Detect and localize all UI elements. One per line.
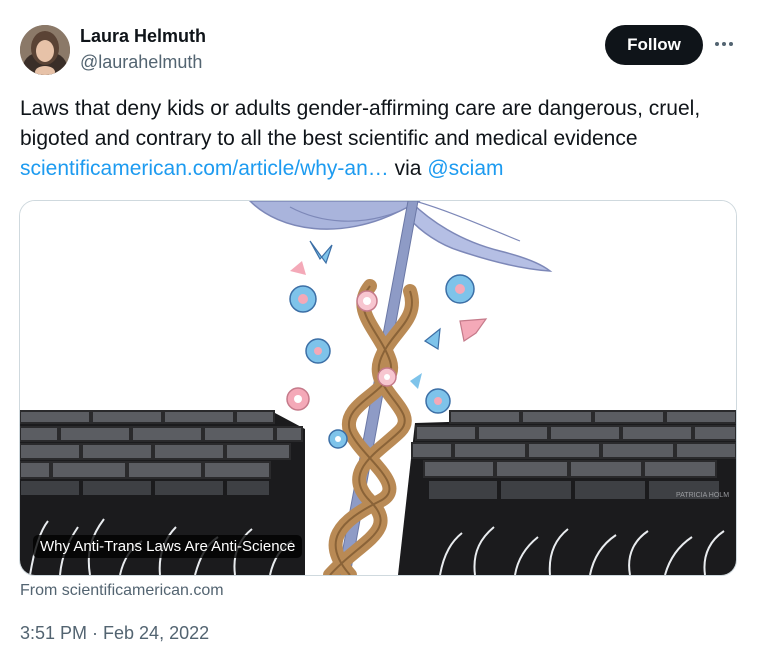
article-link[interactable]: scientificamerican.com/article/why-an… [20,157,389,180]
more-horizontal-icon[interactable] [711,31,737,57]
tweet-body: Laws that deny kids or adults gender-aff… [20,97,701,150]
artist-signature: PATRICIA HOLM [676,492,729,499]
mention-link[interactable]: @sciam [427,157,503,180]
card-illustration: PATRICIA HOLM [20,201,736,575]
tweet-timestamp[interactable]: 3:51 PM · Feb 24, 2022 [20,623,209,644]
card-title: Why Anti-Trans Laws Are Anti-Science [33,535,303,558]
follow-button[interactable]: Follow [605,25,703,65]
link-card[interactable]: PATRICIA HOLM Why Anti-Trans Laws Are An… [19,200,737,576]
via-text: via [394,157,422,180]
avatar[interactable] [20,25,70,75]
card-source[interactable]: From scientificamerican.com [20,582,224,600]
author-name[interactable]: Laura Helmuth [80,26,206,47]
author-handle[interactable]: @laurahelmuth [80,52,202,73]
tweet-text: Laws that deny kids or adults gender-aff… [20,94,740,184]
avatar-photo [20,25,70,75]
